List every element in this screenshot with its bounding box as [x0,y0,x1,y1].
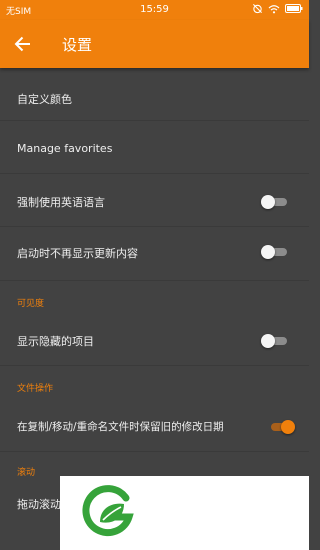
back-arrow-icon[interactable] [14,35,32,53]
setting-label: 在复制/移动/重命名文件时保留旧的修改日期 [17,421,224,433]
setting-keep-modified-date[interactable]: 在复制/移动/重命名文件时保留旧的修改日期 [0,396,309,452]
floating-ad-overlay[interactable] [60,476,309,550]
hide-whats-new-toggle[interactable] [261,245,289,259]
settings-list: 自定义颜色 Manage favorites 强制使用英语语言 启动时不再显示更… [0,68,309,534]
setting-force-english[interactable]: 强制使用英语语言 [0,174,309,227]
section-label: 可见度 [17,299,45,309]
setting-show-hidden[interactable]: 显示隐藏的项目 [0,310,309,366]
setting-label: Manage favorites [17,142,113,155]
force-english-toggle[interactable] [261,195,289,209]
keep-modified-date-toggle[interactable] [267,420,295,434]
section-header-file-operations: 文件操作 [0,366,309,396]
setting-manage-favorites[interactable]: Manage favorites [0,121,309,174]
setting-label: 显示隐藏的项目 [17,335,94,348]
show-hidden-toggle[interactable] [261,334,289,348]
wifi-icon [268,4,280,13]
setting-hide-whats-new[interactable]: 启动时不再显示更新内容 [0,227,309,281]
app-bar: 设置 [0,20,309,68]
status-bar: 无SIM 15:59 [0,0,309,20]
setting-label: 启动时不再显示更新内容 [17,247,138,260]
setting-label: 拖动滚动 [17,498,61,511]
leaf-logo-icon [82,485,134,537]
status-icons [252,3,303,14]
page-title: 设置 [62,36,93,54]
setting-custom-colors[interactable]: 自定义颜色 [0,68,309,121]
setting-label: 自定义颜色 [17,93,72,106]
section-label: 滚动 [17,468,36,478]
battery-icon [285,4,303,13]
alarm-off-icon [252,3,263,14]
section-label: 文件操作 [17,384,54,394]
setting-label: 强制使用英语语言 [17,196,105,209]
section-header-visibility: 可见度 [0,281,309,310]
